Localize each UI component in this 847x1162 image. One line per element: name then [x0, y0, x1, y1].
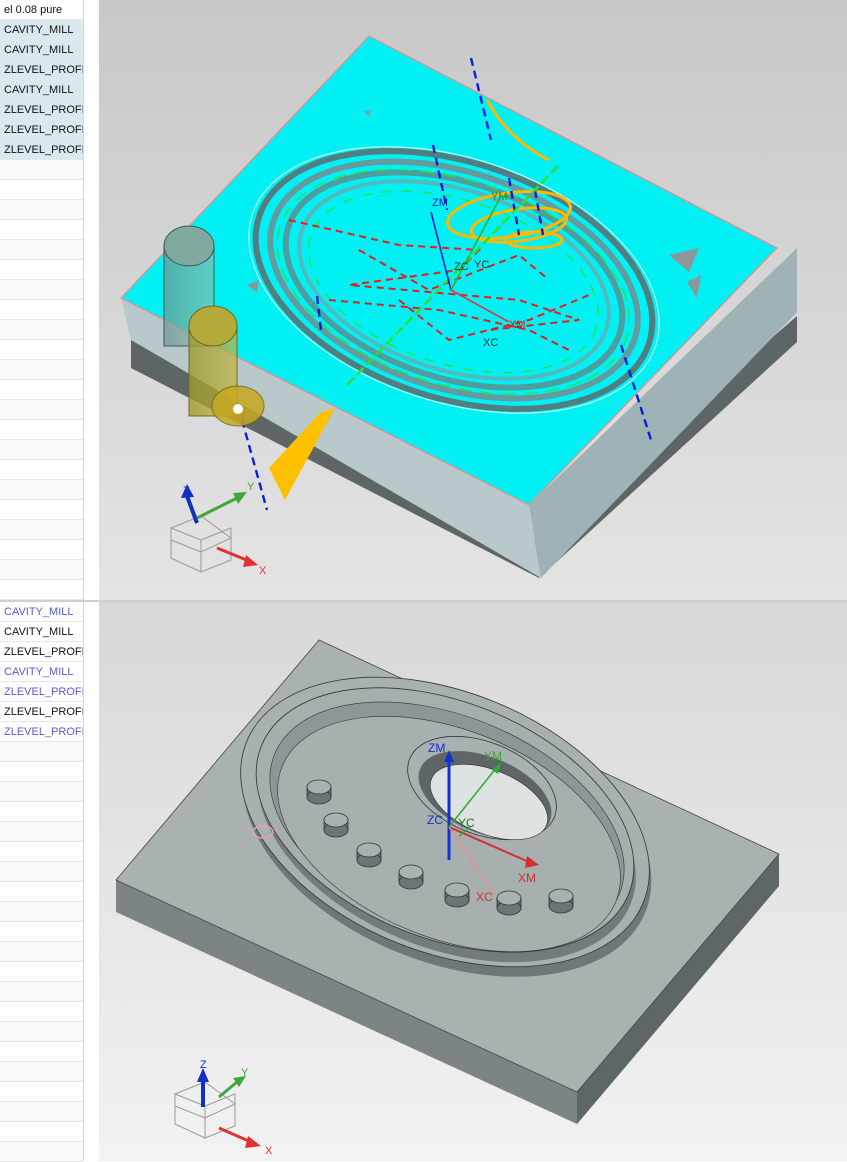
list-empty-row	[0, 280, 83, 300]
list-empty-row	[0, 160, 83, 180]
list-empty-row	[0, 962, 83, 982]
panel-splitter[interactable]	[83, 602, 99, 1161]
list-empty-row	[0, 842, 83, 862]
operation-list-bottom: CAVITY_MILL CAVITY_MILL ZLEVEL_PROFI… CA…	[0, 602, 83, 1162]
operation-list-top: el 0.08 pure CAVITY_MILL CAVITY_MILL ZLE…	[0, 0, 83, 600]
graphics-window-stock[interactable]: ZM YM ZC YC XM XC Z Y X	[99, 0, 847, 600]
panel-splitter[interactable]	[83, 0, 99, 600]
list-empty-row	[0, 240, 83, 260]
list-item[interactable]: ZLEVEL_PROFI…	[0, 60, 83, 80]
list-empty-row	[0, 1082, 83, 1102]
list-empty-row	[0, 180, 83, 200]
list-empty-row	[0, 942, 83, 962]
list-item[interactable]: ZLEVEL_PROFI…	[0, 642, 83, 662]
list-empty-row	[0, 802, 83, 822]
triad-y-label: Y	[247, 481, 255, 493]
ym-label: YM	[491, 191, 508, 203]
zm-label: ZM	[432, 197, 448, 209]
zc-label: ZC	[454, 261, 469, 273]
list-item[interactable]: ZLEVEL_PROFI…	[0, 120, 83, 140]
list-empty-row	[0, 300, 83, 320]
triad-z-label: Z	[200, 1059, 207, 1071]
list-empty-row	[0, 220, 83, 240]
list-empty-row	[0, 440, 83, 460]
list-item[interactable]: ZLEVEL_PROFI…	[0, 702, 83, 722]
list-empty-row	[0, 1002, 83, 1022]
triad-y-label: Y	[241, 1067, 249, 1079]
list-item[interactable]: ZLEVEL_PROFI…	[0, 682, 83, 702]
list-empty-row	[0, 862, 83, 882]
list-item[interactable]: CAVITY_MILL	[0, 662, 83, 682]
list-empty-row	[0, 420, 83, 440]
list-empty-row	[0, 782, 83, 802]
list-item[interactable]: ZLEVEL_PROFI…	[0, 100, 83, 120]
list-empty-row	[0, 1142, 83, 1162]
list-empty-row	[0, 540, 83, 560]
list-empty-row	[0, 200, 83, 220]
xm-label: XM	[509, 319, 526, 331]
list-empty-row	[0, 340, 83, 360]
list-empty-row	[0, 922, 83, 942]
list-empty-row	[0, 742, 83, 762]
list-empty-row	[0, 460, 83, 480]
xc-label: XC	[476, 890, 493, 904]
ym-label: YM	[484, 749, 502, 763]
yc-label: YC	[474, 259, 489, 271]
list-empty-row	[0, 320, 83, 340]
list-empty-row	[0, 520, 83, 540]
list-empty-row	[0, 1102, 83, 1122]
list-empty-row	[0, 882, 83, 902]
list-item[interactable]: ZLEVEL_PROFI…	[0, 140, 83, 160]
list-empty-row	[0, 902, 83, 922]
list-empty-row	[0, 560, 83, 580]
list-item[interactable]: CAVITY_MILL	[0, 602, 83, 622]
list-empty-row	[0, 480, 83, 500]
list-empty-row	[0, 1062, 83, 1082]
list-empty-row	[0, 500, 83, 520]
list-empty-row	[0, 380, 83, 400]
triad-x-label: X	[265, 1145, 273, 1157]
list-empty-row	[0, 762, 83, 782]
graphics-window-part[interactable]: ZM YM ZC YC XM XC Z Y X	[99, 602, 847, 1161]
list-item[interactable]: CAVITY_MILL	[0, 20, 83, 40]
list-item[interactable]: CAVITY_MILL	[0, 80, 83, 100]
list-empty-row	[0, 260, 83, 280]
xc-label: XC	[483, 337, 498, 349]
list-empty-row	[0, 1022, 83, 1042]
list-header: el 0.08 pure	[0, 0, 83, 20]
list-empty-row	[0, 580, 83, 600]
list-empty-row	[0, 400, 83, 420]
list-item[interactable]: ZLEVEL_PROFI…	[0, 722, 83, 742]
triad-z-label: Z	[183, 485, 190, 497]
list-empty-row	[0, 360, 83, 380]
zm-label: ZM	[428, 741, 445, 755]
list-empty-row	[0, 982, 83, 1002]
list-empty-row	[0, 1042, 83, 1062]
zc-label: ZC	[427, 813, 443, 827]
triad-x-label: X	[259, 565, 267, 577]
list-empty-row	[0, 1122, 83, 1142]
list-item[interactable]: CAVITY_MILL	[0, 622, 83, 642]
list-empty-row	[0, 822, 83, 842]
yc-label: YC	[458, 816, 475, 830]
xm-label: XM	[518, 871, 536, 885]
list-item[interactable]: CAVITY_MILL	[0, 40, 83, 60]
